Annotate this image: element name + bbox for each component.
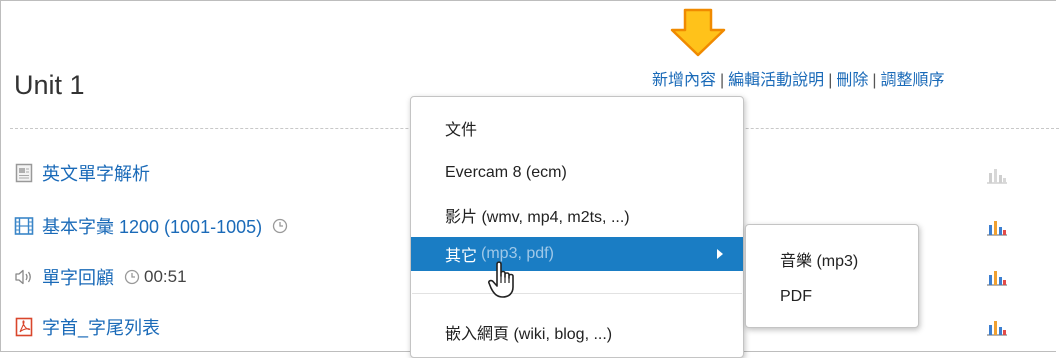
reorder-link[interactable]: 調整順序 — [881, 72, 945, 89]
menu-item-other[interactable]: 其它 (mp3, pdf) — [411, 237, 743, 271]
menu-item-label: 其它 — [445, 248, 478, 265]
clock-icon — [124, 269, 140, 285]
document-icon — [14, 163, 34, 183]
stats-icon[interactable] — [986, 318, 1008, 336]
separator: | — [720, 72, 725, 89]
menu-item-label: 影片 (wmv, mp4, m2ts, ...) — [445, 209, 630, 226]
separator: | — [872, 72, 877, 89]
clock-icon — [272, 218, 288, 234]
list-item: 單字回顧 00:51 — [14, 264, 187, 290]
menu-item-embed-webpage[interactable]: 嵌入網頁 (wiki, blog, ...) — [411, 315, 743, 349]
menu-item-document[interactable]: 文件 — [411, 111, 743, 145]
chevron-right-icon — [717, 249, 723, 259]
pdf-icon — [14, 317, 34, 337]
separator: | — [828, 72, 833, 89]
menu-item-label: 嵌入網頁 (wiki, blog, ...) — [445, 326, 613, 343]
list-item: 字首_字尾列表 — [14, 314, 160, 340]
menu-item-label: Evercam 8 (ecm) — [445, 164, 567, 181]
menu-divider — [412, 293, 742, 294]
menu-item-video[interactable]: 影片 (wmv, mp4, m2ts, ...) — [411, 198, 743, 232]
stats-icon[interactable] — [986, 218, 1008, 236]
menu-item-label: 文件 — [445, 122, 478, 139]
submenu-item-music[interactable]: 音樂 (mp3) — [780, 247, 858, 271]
other-submenu: 音樂 (mp3) PDF — [745, 224, 919, 328]
menu-item-evercam[interactable]: Evercam 8 (ecm) — [411, 156, 743, 190]
item-title-link[interactable]: 單字回顧 — [42, 264, 114, 290]
arrow-down-indicator-icon — [670, 8, 726, 57]
stats-icon[interactable] — [986, 268, 1008, 286]
delete-link[interactable]: 刪除 — [836, 72, 868, 89]
item-title-link[interactable]: 英文單字解析 — [42, 160, 150, 186]
speaker-icon — [14, 267, 34, 287]
add-content-link[interactable]: 新增內容 — [652, 72, 716, 89]
item-title-link[interactable]: 基本字彙 1200 (1001-1005) — [42, 213, 262, 239]
add-content-menu: 文件 Evercam 8 (ecm) 影片 (wmv, mp4, m2ts, .… — [410, 96, 744, 358]
submenu-item-pdf[interactable]: PDF — [780, 288, 812, 306]
list-item: 英文單字解析 — [14, 160, 150, 186]
stats-icon[interactable] — [986, 166, 1008, 184]
duration-text: 00:51 — [144, 267, 187, 286]
item-title-link[interactable]: 字首_字尾列表 — [42, 314, 160, 340]
film-icon — [14, 216, 34, 236]
unit-actions: 新增內容 | 編輯活動說明 | 刪除 | 調整順序 — [652, 66, 945, 90]
edit-description-link[interactable]: 編輯活動說明 — [728, 72, 824, 89]
unit-title: Unit 1 — [14, 70, 85, 100]
list-item: 基本字彙 1200 (1001-1005) — [14, 213, 288, 239]
hand-cursor-icon — [488, 261, 514, 298]
